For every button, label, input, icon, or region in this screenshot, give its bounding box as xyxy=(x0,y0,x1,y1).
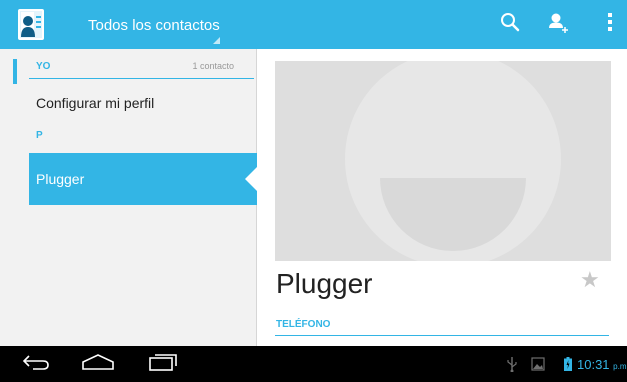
battery-icon xyxy=(563,346,573,382)
default-avatar-icon xyxy=(345,61,561,261)
home-button[interactable] xyxy=(80,346,116,382)
home-icon xyxy=(81,353,115,376)
clock-time: 10:31 xyxy=(577,357,610,372)
search-icon xyxy=(500,12,520,37)
clock-suffix: p.m. xyxy=(613,362,627,371)
contact-photo[interactable] xyxy=(275,61,611,261)
back-button[interactable] xyxy=(18,346,54,382)
phone-section-title: TELÉFONO xyxy=(276,319,331,330)
search-button[interactable] xyxy=(490,0,530,49)
recent-apps-icon xyxy=(148,352,178,377)
contact-name: Plugger xyxy=(276,268,373,299)
contacts-app-icon[interactable] xyxy=(18,9,48,41)
add-contact-icon xyxy=(547,11,569,38)
action-bar: Todos los contactos xyxy=(0,0,627,49)
section-header-yo: YO 1 contacto xyxy=(29,59,254,79)
section-title: YO xyxy=(36,61,51,72)
selection-pointer xyxy=(245,166,258,192)
setup-profile-item[interactable]: Configurar mi perfil xyxy=(36,95,154,111)
recent-apps-button[interactable] xyxy=(145,346,181,382)
section-header-p: P xyxy=(29,128,254,148)
favorite-star-icon[interactable]: ★ xyxy=(580,268,600,293)
usb-icon xyxy=(505,346,519,382)
overflow-menu-button[interactable] xyxy=(590,0,627,49)
image-notification-icon xyxy=(530,346,546,382)
contact-detail-pane: Plugger ★ TELÉFONO xyxy=(258,49,627,346)
overflow-menu-icon xyxy=(607,12,613,37)
add-contact-button[interactable] xyxy=(538,0,578,49)
status-clock[interactable]: 10:31 p.m. xyxy=(577,357,627,372)
spinner-label: Todos los contactos xyxy=(88,17,220,34)
contact-item-plugger[interactable]: Plugger xyxy=(29,153,257,205)
back-icon xyxy=(21,353,51,376)
section-count: 1 contacto xyxy=(192,61,234,71)
contacts-filter-spinner[interactable]: Todos los contactos xyxy=(58,0,228,49)
phone-section-header: TELÉFONO xyxy=(275,317,609,336)
system-bar: 10:31 p.m. xyxy=(0,346,627,382)
spinner-corner-icon xyxy=(213,37,220,44)
contact-name-label: Plugger xyxy=(36,171,85,187)
section-title: P xyxy=(36,130,43,141)
fast-scroll-indicator[interactable] xyxy=(13,59,17,84)
